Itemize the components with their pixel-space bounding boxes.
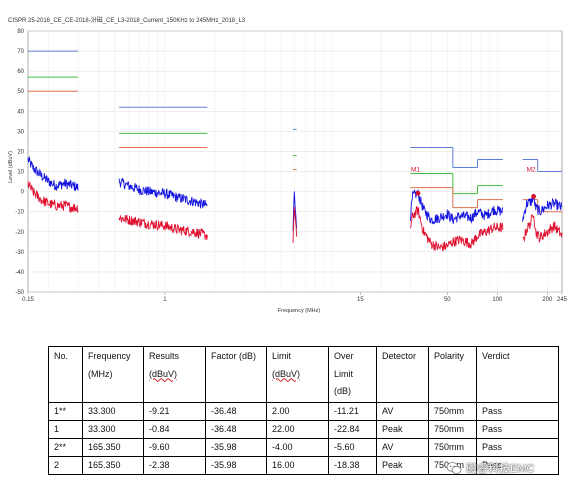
header-text: Limit (272, 351, 292, 361)
table-cell: -2.38 (143, 455, 206, 475)
x-axis-label: Frequency (MHz) (278, 308, 321, 314)
header-text: Detector (382, 351, 417, 361)
table-row: 1 33.300 -0.84 -36.48 22.00 -22.84 Peak 750mm Pa… (48, 419, 559, 439)
table-cell: -18.38 (328, 455, 377, 475)
watermark-text: 磁睿科技EMC (466, 463, 535, 475)
x-tick-label: 200 (542, 297, 553, 303)
table-cell: 750mm (428, 437, 477, 457)
header-text: Verdict (482, 351, 510, 361)
table-cell: -36.48 (205, 419, 267, 439)
y-tick-label: -20 (15, 230, 24, 236)
table-cell: AV (376, 437, 429, 457)
marker-label: M2 (527, 167, 536, 174)
y-tick-label: 30 (17, 129, 24, 135)
marker-point (415, 190, 421, 196)
x-tick-label: 0.15 (22, 297, 34, 303)
marker-point (531, 193, 537, 199)
table-cell: 750mm (428, 419, 477, 439)
y-tick-label: 10 (17, 170, 24, 176)
x-tick-label: 245 (557, 297, 568, 303)
table-cell: 750mm (428, 401, 477, 421)
table-cell: Pass (476, 401, 559, 421)
table-cell: -0.84 (143, 419, 206, 439)
table-header-cell: Detector (376, 346, 429, 403)
table-cell: 1** (48, 401, 83, 421)
header-text: (MHz) (88, 368, 113, 379)
header-text: No. (54, 351, 69, 361)
table-cell: 22.00 (266, 419, 329, 439)
table-cell: 33.300 (82, 419, 144, 439)
x-tick-label: 50 (444, 297, 451, 303)
wechat-icon (446, 462, 462, 474)
table-header-cell: Frequency (MHz) (82, 346, 144, 403)
table-cell: 16.00 (266, 455, 329, 475)
table-cell: 165.350 (82, 455, 144, 475)
table-row: 1** 33.300 -9.21 -36.48 2.00 -11.21 AV 750mm Pas… (48, 401, 559, 421)
table-cell: 33.300 (82, 401, 144, 421)
y-tick-label: 0 (21, 190, 25, 196)
x-tick-label: 1 (163, 297, 167, 303)
header-text: (dBuV) (149, 368, 178, 379)
header-text: Limit (334, 368, 354, 379)
table-cell: -22.84 (328, 419, 377, 439)
table-cell: -5.60 (328, 437, 377, 457)
y-tick-label: 20 (17, 149, 24, 155)
header-text: Results (149, 351, 180, 361)
header-text: Frequency (88, 351, 131, 361)
marker-label: M1 (411, 167, 420, 174)
table-cell: Peak (376, 419, 429, 439)
table-cell: -4.00 (266, 437, 329, 457)
table-cell: 1 (48, 419, 83, 439)
watermark: 磁睿科技EMC (446, 458, 570, 478)
table-row: 2** 165.350 -9.60 -35.98 -4.00 -5.60 AV 750mm Pa… (48, 437, 559, 457)
grid (27, 30, 563, 293)
table-header-cell: Over Limit (dB) (328, 346, 377, 403)
plot-area (27, 30, 563, 293)
y-tick-label: 80 (17, 29, 24, 35)
emission-chart: CISPR 25-2016_CE_CE-2018-汾磁_CE_L3-2018_C… (8, 16, 568, 314)
table-cell: -35.98 (205, 455, 267, 475)
table-header-cell: No. (48, 346, 83, 403)
table-cell: Peak (376, 455, 429, 475)
x-tick-label: 15 (357, 297, 364, 303)
y-tick-label: 70 (17, 49, 24, 55)
table-cell: 2.00 (266, 401, 329, 421)
header-text: (dBuV) (272, 368, 301, 379)
table-cell: -9.21 (143, 401, 206, 421)
table-cell: -35.98 (205, 437, 267, 457)
table-header-cell: Limit (dBuV) (266, 346, 329, 403)
table-cell: -9.60 (143, 437, 206, 457)
y-tick-label: -10 (15, 210, 24, 216)
table-header-cell: Results (dBuV) (143, 346, 206, 403)
y-tick-label: 40 (17, 109, 24, 115)
table-header-cell: Polarity (428, 346, 477, 403)
table-header-cell: Verdict (476, 346, 559, 403)
table-cell: 2 (48, 455, 83, 475)
y-tick-label: 60 (17, 69, 24, 75)
table-cell: Pass (476, 419, 559, 439)
y-tick-label: -30 (15, 250, 24, 256)
chart-panel: CISPR 25-2016_CE_CE-2018-汾磁_CE_L3-2018_C… (0, 0, 573, 326)
y-tick-label: -50 (15, 290, 24, 296)
results-table: No. Frequency (MHz) Results (dBuV) Factor (dB… (48, 346, 559, 475)
header-text: Factor (dB) (211, 351, 257, 361)
table-cell: -11.21 (328, 401, 377, 421)
table-cell: 165.350 (82, 437, 144, 457)
y-tick-label: 50 (17, 89, 24, 95)
header-text: Over (334, 351, 354, 361)
header-text: Polarity (434, 351, 465, 361)
x-tick-label: 100 (492, 297, 503, 303)
y-axis-label: Level (dBuV) (8, 151, 14, 183)
table-header-cell: Factor (dB) (205, 346, 267, 403)
table-header-row: No. Frequency (MHz) Results (dBuV) Factor (dB… (48, 346, 559, 403)
header-text: (dB) (334, 386, 352, 396)
table-cell: Pass (476, 437, 559, 457)
table-cell: 2** (48, 437, 83, 457)
table-cell: -36.48 (205, 401, 267, 421)
table-cell: AV (376, 401, 429, 421)
chart-title: CISPR 25-2016_CE_CE-2018-汾磁_CE_L3-2018_C… (8, 16, 246, 24)
y-tick-label: -40 (15, 270, 24, 276)
